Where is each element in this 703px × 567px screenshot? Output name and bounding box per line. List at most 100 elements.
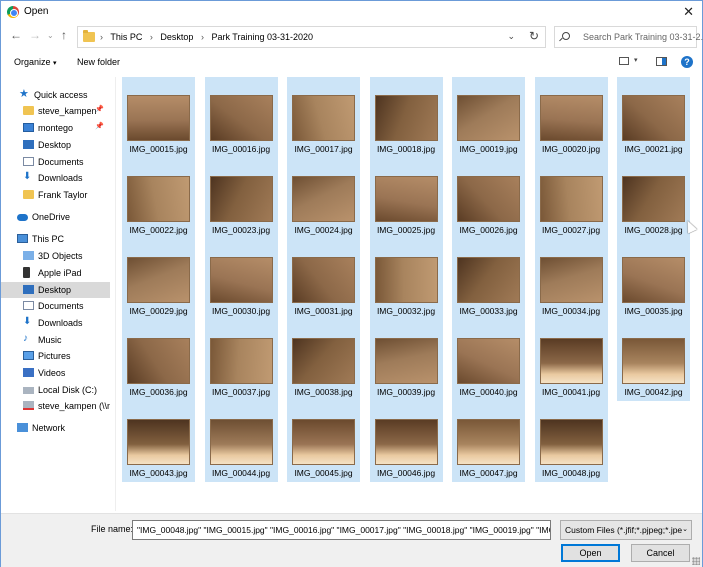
file-tile[interactable]: IMG_00035.jpg: [617, 239, 690, 320]
sidebar-item[interactable]: ♪ Music: [1, 332, 110, 348]
file-name: IMG_00045.jpg: [294, 468, 353, 478]
sidebar-item[interactable]: ★ Quick access: [1, 87, 110, 103]
file-tile[interactable]: IMG_00037.jpg: [204, 320, 278, 401]
file-tile[interactable]: IMG_00033.jpg: [452, 239, 525, 320]
sidebar-item[interactable]: 3D Objects: [1, 248, 110, 264]
file-tile[interactable]: IMG_00018.jpg: [369, 77, 443, 158]
file-name: IMG_00016.jpg: [211, 144, 271, 154]
file-name: IMG_00039.jpg: [376, 387, 436, 397]
desktop-icon: [23, 285, 34, 294]
sidebar-item[interactable]: Documents: [1, 298, 110, 314]
sidebar-item[interactable]: OneDrive: [1, 209, 110, 225]
sidebar-item[interactable]: steve_kampen 📌: [1, 103, 110, 119]
image-thumbnail: [457, 419, 520, 465]
sidebar-item[interactable]: Frank Taylor: [1, 187, 110, 203]
file-tile[interactable]: IMG_00017.jpg: [287, 77, 360, 158]
file-name-input[interactable]: "IMG_00048.jpg" "IMG_00015.jpg" "IMG_000…: [132, 520, 551, 540]
file-tile[interactable]: IMG_00015.jpg: [122, 77, 195, 158]
sidebar-item[interactable]: montego 📌: [1, 120, 110, 136]
open-button[interactable]: Open: [561, 544, 620, 562]
sidebar-item[interactable]: Documents: [1, 154, 110, 170]
file-tile[interactable]: IMG_00031.jpg: [287, 239, 360, 320]
sidebar-item[interactable]: This PC: [1, 231, 110, 247]
file-tile[interactable]: IMG_00019.jpg: [452, 77, 525, 158]
chevron-down-icon[interactable]: ⌄: [507, 31, 515, 42]
search-box[interactable]: Search Park Training 03-31-2...: [554, 26, 703, 48]
file-tile[interactable]: IMG_00039.jpg: [369, 320, 443, 401]
breadcrumb-desktop[interactable]: Desktop: [160, 32, 193, 42]
file-tile[interactable]: IMG_00038.jpg: [287, 320, 360, 401]
file-name: IMG_00017.jpg: [294, 144, 353, 154]
file-name: IMG_00015.jpg: [129, 144, 188, 154]
chevron-down-icon: ⌄: [682, 526, 688, 533]
file-type-select[interactable]: Custom Files (*.jfif;*.pjpeg;*.jpe ⌄: [560, 520, 692, 540]
preview-pane-icon[interactable]: [656, 57, 667, 66]
file-name: IMG_00026.jpg: [459, 225, 518, 235]
sidebar-item[interactable]: Desktop: [1, 137, 110, 153]
up-arrow-icon[interactable]: ↑: [61, 28, 67, 42]
downloads-icon: ⬇: [23, 171, 32, 182]
cancel-button[interactable]: Cancel: [631, 544, 690, 562]
file-tile[interactable]: IMG_00032.jpg: [369, 239, 443, 320]
organize-button[interactable]: Organize ▾: [14, 57, 57, 67]
file-tile[interactable]: IMG_00020.jpg: [534, 77, 608, 158]
sidebar-item[interactable]: Local Disk (C:): [1, 382, 110, 398]
file-tile[interactable]: IMG_00045.jpg: [287, 401, 360, 482]
close-icon[interactable]: ✕: [683, 4, 694, 20]
file-tile[interactable]: IMG_00025.jpg: [369, 158, 443, 239]
file-tile[interactable]: IMG_00024.jpg: [287, 158, 360, 239]
image-thumbnail: [374, 257, 438, 303]
help-icon[interactable]: ?: [681, 56, 693, 68]
sidebar-item[interactable]: Apple iPad: [1, 265, 110, 281]
image-thumbnail: [292, 419, 355, 465]
back-arrow-icon[interactable]: ←: [10, 28, 22, 42]
file-tile[interactable]: IMG_00047.jpg: [452, 401, 525, 482]
file-tile[interactable]: IMG_00041.jpg: [534, 320, 608, 401]
sidebar-item[interactable]: Pictures: [1, 348, 110, 364]
file-tile[interactable]: IMG_00027.jpg: [534, 158, 608, 239]
refresh-icon[interactable]: ↻: [529, 29, 539, 43]
image-thumbnail: [292, 257, 355, 303]
file-tile[interactable]: IMG_00023.jpg: [204, 158, 278, 239]
caret-down-icon[interactable]: ▾: [634, 56, 638, 64]
file-tile[interactable]: IMG_00034.jpg: [534, 239, 608, 320]
file-tile[interactable]: IMG_00026.jpg: [452, 158, 525, 239]
search-input[interactable]: Search Park Training 03-31-2...: [583, 32, 703, 42]
file-tile[interactable]: IMG_00029.jpg: [122, 239, 195, 320]
breadcrumb-park-training[interactable]: Park Training 03-31-2020: [211, 32, 313, 42]
file-tile[interactable]: IMG_00030.jpg: [204, 239, 278, 320]
sidebar-item-label: Documents: [38, 301, 84, 311]
folder-icon: [83, 30, 95, 42]
new-folder-button[interactable]: New folder: [77, 57, 120, 67]
file-tile[interactable]: IMG_00036.jpg: [122, 320, 195, 401]
navigation-pane: ★ Quick access steve_kampen 📌 montego 📌 Deskto…: [1, 81, 113, 511]
file-tile[interactable]: IMG_00016.jpg: [204, 77, 278, 158]
file-tile[interactable]: IMG_00040.jpg: [452, 320, 525, 401]
chevron-right-icon: ›: [149, 32, 153, 42]
caret-down-icon: ▾: [53, 60, 57, 67]
recent-locations-chevron-icon[interactable]: ⌄: [47, 31, 54, 40]
file-tile[interactable]: IMG_00043.jpg: [122, 401, 195, 482]
videos-icon: [23, 368, 34, 377]
ipad-icon: [23, 267, 30, 278]
pane-splitter[interactable]: [115, 77, 116, 511]
forward-arrow-icon[interactable]: →: [29, 28, 41, 42]
file-tile[interactable]: IMG_00028.jpg: [617, 158, 690, 239]
resize-grip-icon[interactable]: [692, 557, 700, 565]
file-tile[interactable]: IMG_00042.jpg: [617, 320, 690, 401]
sidebar-item[interactable]: steve_kampen (\\m: [1, 398, 110, 414]
file-tile[interactable]: IMG_00046.jpg: [369, 401, 443, 482]
sidebar-item[interactable]: Videos: [1, 365, 110, 381]
sidebar-item-label: Desktop: [38, 285, 72, 295]
file-tile[interactable]: IMG_00044.jpg: [204, 401, 278, 482]
breadcrumb-this-pc[interactable]: This PC: [110, 32, 142, 42]
sidebar-item[interactable]: Network: [1, 420, 110, 436]
sidebar-item[interactable]: ⬇ Downloads: [1, 315, 110, 331]
address-bar[interactable]: › This PC › Desktop › Park Training 03-3…: [77, 26, 546, 48]
sidebar-item[interactable]: ⬇ Downloads: [1, 170, 110, 186]
sidebar-item[interactable]: Desktop: [1, 282, 110, 298]
file-tile[interactable]: IMG_00021.jpg: [617, 77, 690, 158]
file-tile[interactable]: IMG_00022.jpg: [122, 158, 195, 239]
change-view-icon[interactable]: [619, 57, 629, 65]
file-tile[interactable]: IMG_00048.jpg: [534, 401, 608, 482]
